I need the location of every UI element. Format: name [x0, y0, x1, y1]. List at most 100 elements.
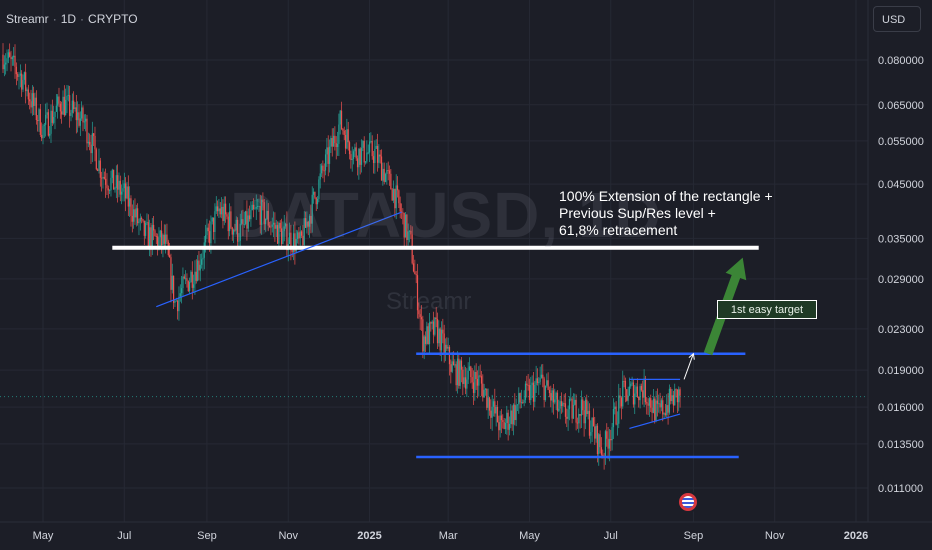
candle-body — [25, 72, 27, 92]
candle — [98, 148, 100, 174]
candle-body — [178, 296, 180, 312]
target-box[interactable]: 1st easy target — [717, 300, 817, 319]
candle-body — [37, 120, 39, 122]
candle-body — [568, 398, 571, 410]
candle-body — [446, 344, 448, 349]
candle — [436, 312, 439, 350]
candle — [55, 94, 57, 113]
candle — [487, 388, 489, 419]
candle-body — [506, 412, 508, 423]
candle — [19, 64, 21, 88]
candle — [427, 323, 429, 345]
candle-body — [371, 140, 373, 157]
candle-body — [638, 396, 640, 401]
candle-body — [342, 129, 344, 131]
time-tick-label: May — [519, 530, 540, 542]
candle-body — [78, 112, 80, 126]
candle — [442, 318, 444, 344]
candle-body — [215, 206, 217, 212]
price-axis[interactable]: 0.080000 0.065000 0.055000 0.045000 0.035000… — [867, 0, 932, 550]
candle — [647, 398, 649, 415]
candle — [338, 113, 340, 157]
candle-body — [659, 403, 661, 408]
candle-body — [59, 103, 61, 112]
candle-body — [655, 400, 657, 421]
candle — [456, 351, 459, 394]
candle — [326, 138, 328, 167]
candle-body — [207, 227, 209, 232]
candle-body — [376, 146, 379, 163]
candle-body — [552, 390, 555, 403]
candle — [13, 47, 15, 66]
candle — [459, 359, 461, 389]
candle — [640, 383, 643, 392]
candle-body — [137, 208, 139, 224]
candle-body — [173, 275, 175, 303]
candle — [667, 393, 669, 425]
candle — [63, 85, 65, 117]
candle-body — [647, 403, 649, 406]
candle-body — [177, 300, 179, 312]
candle — [346, 118, 348, 150]
candle-body — [334, 135, 336, 144]
candle — [468, 357, 471, 371]
candle-body — [534, 384, 536, 402]
currency-button[interactable]: USD — [873, 6, 921, 32]
candle-body — [628, 386, 631, 396]
candle-body — [74, 107, 76, 110]
candle-body — [21, 73, 23, 90]
candle — [507, 409, 509, 441]
candle-body — [458, 358, 460, 386]
candle — [430, 321, 432, 332]
candle-body — [470, 366, 472, 378]
candle — [519, 392, 521, 409]
candle — [479, 364, 481, 378]
candle-body — [212, 217, 215, 232]
candle-body — [85, 118, 87, 122]
candle — [34, 92, 36, 116]
candle-body — [33, 93, 35, 106]
candle — [676, 389, 679, 413]
candle-body — [338, 124, 340, 144]
candle-body — [558, 408, 560, 411]
candle — [611, 422, 613, 451]
candle-body — [570, 398, 572, 400]
candle — [587, 401, 589, 420]
candle-body — [320, 165, 323, 174]
candle — [458, 353, 460, 389]
candle — [194, 260, 196, 295]
candle — [488, 396, 491, 416]
candle — [504, 418, 507, 435]
price-chart[interactable]: 0.080000 0.065000 0.055000 0.045000 0.035000… — [0, 0, 932, 550]
candle-body — [191, 271, 193, 288]
candle — [594, 416, 596, 445]
name-watermark: Streamr — [386, 288, 472, 315]
candle-body — [142, 219, 144, 221]
candle-body — [348, 142, 351, 155]
time-axis[interactable]: May Jul Sep Nov 2025 Mar May Jul Sep Nov 2026 — [0, 521, 932, 550]
candle-body — [35, 97, 37, 121]
us-flag-icon[interactable] — [677, 491, 699, 513]
candle-body — [201, 259, 203, 265]
candle — [586, 394, 588, 417]
candle-body — [39, 109, 41, 135]
candle — [552, 384, 555, 415]
candle — [198, 250, 200, 281]
candle-body — [49, 133, 51, 136]
symbol-header[interactable]: Streamr · 1D · CRYPTO — [6, 12, 138, 26]
candle — [559, 396, 561, 420]
candle-body — [77, 112, 79, 121]
candle-body — [574, 399, 576, 405]
candle — [81, 101, 83, 121]
candle-body — [366, 152, 368, 162]
candle — [121, 184, 123, 205]
candle — [579, 413, 581, 429]
candle — [93, 132, 95, 146]
candle-body — [199, 264, 201, 271]
candle-body — [526, 383, 528, 386]
candle — [478, 366, 480, 397]
annotation-text[interactable]: 100% Extension of the rectangle + Previo… — [559, 188, 773, 239]
candle-body — [476, 379, 479, 386]
candle — [166, 223, 168, 245]
candle-body — [516, 404, 519, 406]
